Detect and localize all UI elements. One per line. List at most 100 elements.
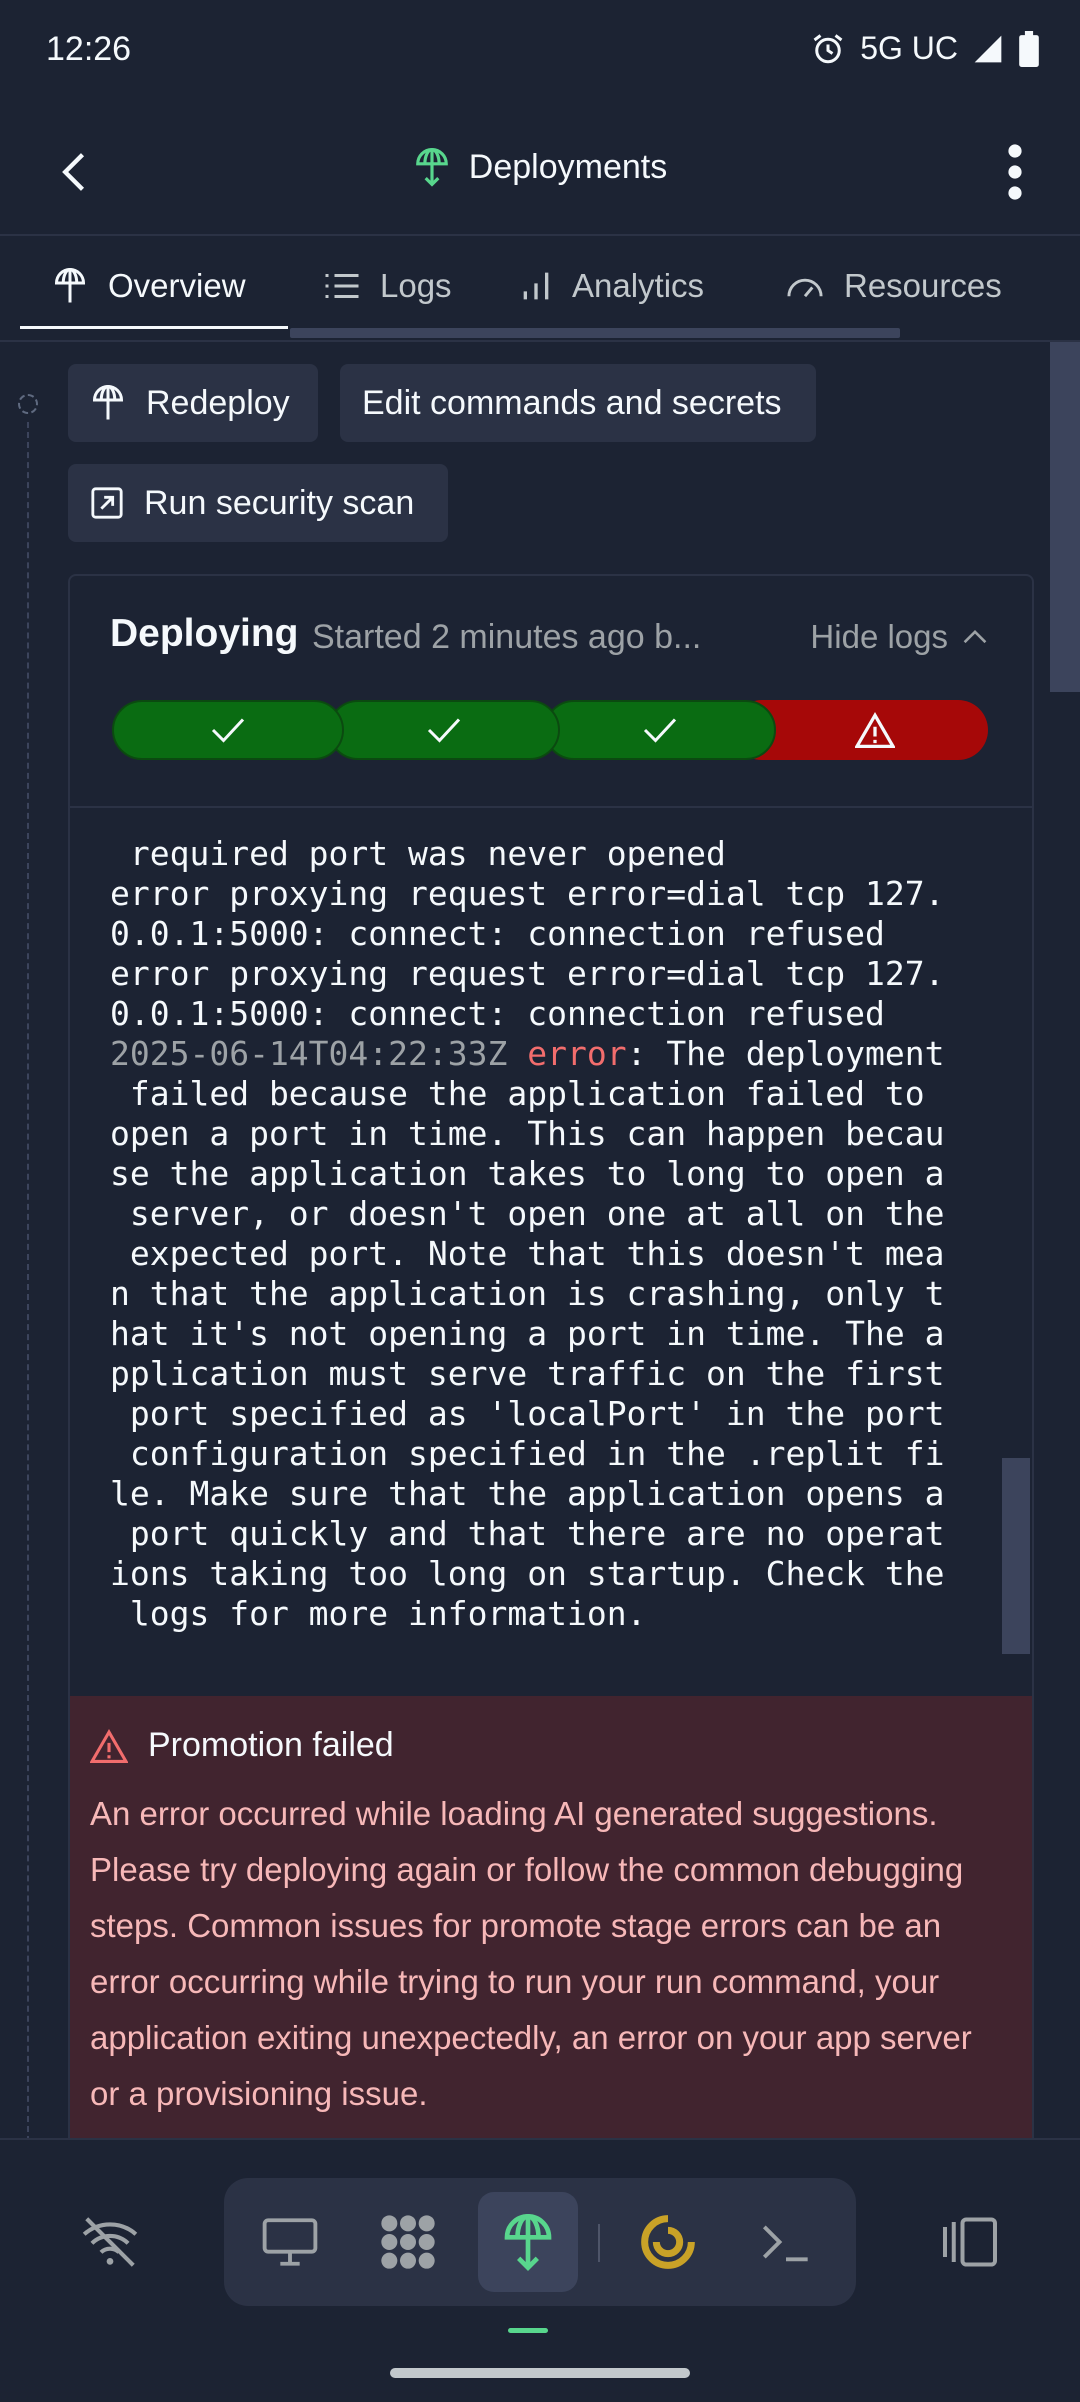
deploy-icon	[92, 385, 124, 420]
deploy-icon	[54, 268, 86, 303]
log-output[interactable]: required port was never opened error pro…	[70, 806, 1032, 1698]
nav-separator	[598, 2224, 600, 2262]
edit-commands-button[interactable]: Edit commands and secrets	[340, 364, 816, 442]
redeploy-label: Redeploy	[146, 383, 290, 422]
tab-resources[interactable]: Resources	[786, 236, 1002, 336]
warning-icon	[90, 1728, 128, 1763]
timeline-line	[27, 422, 29, 2138]
edit-commands-label: Edit commands and secrets	[362, 383, 782, 422]
log-line: error proxying request error=dial tcp 12…	[110, 874, 945, 913]
log-line: server, or doesn't open one at all on th…	[110, 1194, 945, 1233]
check-icon	[211, 718, 245, 743]
desktop-icon	[262, 2218, 318, 2266]
tab-label: Analytics	[572, 267, 705, 304]
page-title: Deployments	[0, 146, 1080, 188]
active-tab-indicator	[20, 326, 288, 329]
log-line: 0.0.1:5000: connect: connection refused	[110, 914, 885, 953]
gauge-icon	[787, 278, 823, 298]
warning-icon	[855, 712, 895, 748]
hide-logs-label: Hide logs	[810, 618, 948, 655]
security-scan-label: Run security scan	[144, 483, 415, 522]
nav-ai[interactable]	[618, 2192, 718, 2292]
split-view-icon	[943, 2217, 997, 2267]
promotion-error-panel: Promotion failed An error occurred while…	[70, 1696, 1032, 2138]
log-timestamp: 2025-06-14T04:22:33Z	[110, 1034, 508, 1073]
log-line: required port was never opened	[110, 834, 726, 873]
nav-pill	[224, 2178, 856, 2306]
check-icon	[643, 718, 677, 743]
log-scrollbar[interactable]	[1002, 1458, 1030, 1654]
terminal-icon	[762, 2225, 808, 2262]
log-line: configuration specified in the .replit f…	[110, 1434, 945, 1473]
log-line: le. Make sure that the application opens…	[110, 1474, 945, 1513]
deployment-card: Deploying Started 2 minutes ago b... Hid…	[68, 574, 1034, 2138]
log-line: error proxying request error=dial tcp 12…	[110, 954, 945, 993]
log-line: pplication must serve traffic on the fir…	[110, 1354, 945, 1393]
log-line: se the application takes to long to open…	[110, 1154, 945, 1193]
hide-logs-button[interactable]: Hide logs	[810, 618, 988, 656]
signal-icon	[974, 35, 1002, 62]
tab-scrollbar[interactable]	[290, 328, 900, 338]
deployment-status: Deploying	[110, 612, 299, 655]
active-nav-indicator	[508, 2328, 548, 2333]
timeline-dot	[18, 394, 38, 414]
nav-apps[interactable]	[358, 2192, 458, 2292]
log-line: 0.0.1:5000: connect: connection refused	[110, 994, 885, 1033]
log-line: ions taking too long on startup. Check t…	[110, 1554, 945, 1593]
nav-wifi-off[interactable]	[60, 2192, 160, 2292]
apps-icon	[381, 2215, 435, 2269]
log-text: required port was never opened error pro…	[110, 834, 990, 1634]
nav-deployments[interactable]	[478, 2192, 578, 2292]
promotion-error-title: Promotion failed	[90, 1726, 394, 1765]
wifi-off-icon	[82, 2217, 138, 2267]
deployment-progress	[112, 700, 988, 760]
list-icon	[325, 274, 359, 298]
log-line: failed because the application failed to	[110, 1074, 925, 1113]
log-line: logs for more information.	[110, 1594, 647, 1633]
clock: 12:26	[46, 30, 132, 68]
redeploy-button[interactable]: Redeploy	[68, 364, 318, 442]
step-success	[328, 700, 560, 760]
tab-bar: Overview Logs Analytics Resources	[0, 236, 1080, 342]
log-line: expected port. Note that this doesn't me…	[110, 1234, 945, 1273]
tab-analytics[interactable]: Analytics	[520, 236, 704, 336]
log-line: : The deployment	[626, 1034, 945, 1073]
alarm-icon	[813, 33, 843, 63]
chevron-up-icon	[963, 629, 987, 644]
log-line: n that the application is crashing, only…	[110, 1274, 945, 1313]
deployment-started: Started 2 minutes ago b...	[312, 618, 702, 656]
deploy-icon	[504, 2214, 552, 2271]
page-title-text: Deployments	[468, 147, 668, 186]
security-scan-button[interactable]: Run security scan	[68, 464, 448, 542]
main-content: Redeploy Edit commands and secrets Run s…	[0, 342, 1080, 2138]
log-line: open a port in time. This can happen bec…	[110, 1114, 945, 1153]
nav-desktop[interactable]	[240, 2192, 340, 2292]
bottom-navigation	[0, 2138, 1080, 2402]
tab-label: Overview	[108, 267, 246, 304]
nav-split-view[interactable]	[920, 2192, 1020, 2292]
top-app-bar: Deployments	[0, 110, 1080, 236]
tab-overview[interactable]: Overview	[52, 236, 246, 336]
log-error-label: error	[527, 1034, 627, 1073]
promotion-error-message: An error occurred while loading AI gener…	[90, 1795, 972, 2112]
page-scrollbar[interactable]	[1050, 342, 1080, 692]
check-icon	[427, 718, 461, 743]
home-indicator[interactable]	[390, 2368, 690, 2378]
tab-label: Resources	[844, 267, 1002, 304]
deployment-header: Deploying Started 2 minutes ago b... Hid…	[70, 576, 1032, 804]
bar-chart-icon	[523, 272, 549, 300]
status-icons: 5G UC	[810, 30, 1040, 67]
log-line: port quickly and that there are no opera…	[110, 1514, 945, 1553]
external-link-icon	[91, 487, 123, 519]
more-options-icon[interactable]	[1000, 142, 1030, 202]
deploy-icon	[415, 148, 448, 187]
promotion-error-heading: Promotion failed	[148, 1726, 394, 1764]
battery-icon	[1019, 30, 1039, 67]
spinner-icon	[641, 2215, 695, 2269]
tab-logs[interactable]: Logs	[324, 236, 452, 336]
step-success	[544, 700, 776, 760]
network-label: 5G UC	[860, 30, 958, 66]
tab-label: Logs	[380, 267, 452, 304]
step-success	[112, 700, 344, 760]
nav-terminal[interactable]	[736, 2192, 836, 2292]
